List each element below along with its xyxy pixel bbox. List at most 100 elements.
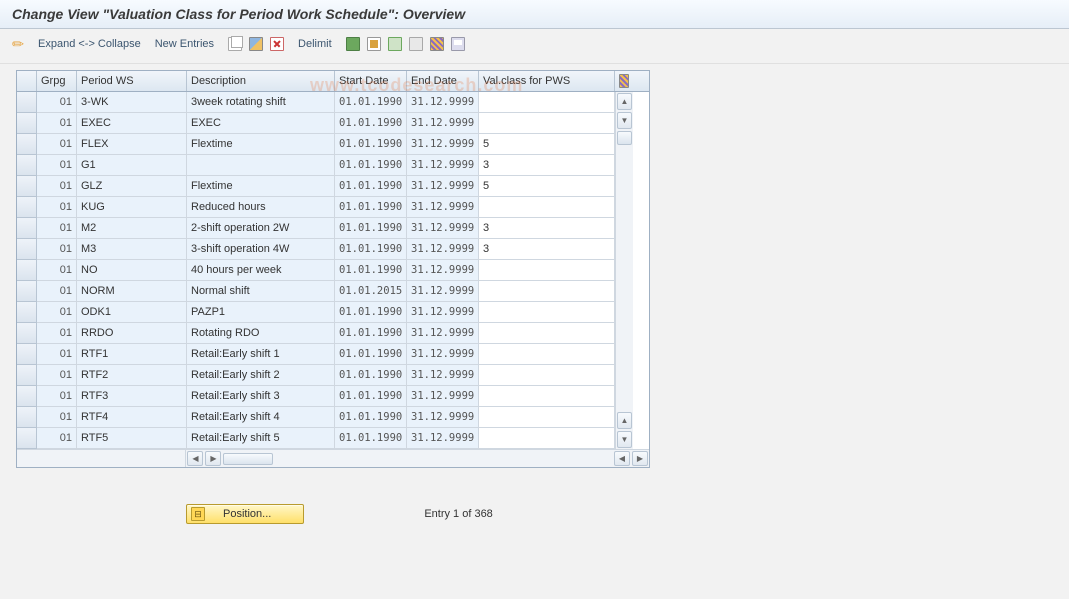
vertical-scrollbar[interactable]: ▲ ▼ ▲ ▼ bbox=[615, 92, 633, 449]
table-row: 01M22-shift operation 2W01.01.199031.12.… bbox=[17, 218, 615, 239]
horizontal-scrollbar[interactable]: ◀ ▶ bbox=[186, 450, 613, 467]
position-button[interactable]: ⊟ Position... bbox=[186, 504, 304, 524]
scroll-right-icon[interactable]: ◀ bbox=[614, 451, 630, 466]
scroll-left-icon[interactable]: ▶ bbox=[205, 451, 221, 466]
select-all-icon[interactable] bbox=[365, 35, 383, 53]
cell-val-class[interactable] bbox=[479, 386, 615, 407]
cell-val-class[interactable]: 3 bbox=[479, 155, 615, 176]
cell-end-date: 31.12.9999 bbox=[407, 428, 479, 449]
select-block-icon[interactable] bbox=[386, 35, 404, 53]
cell-start-date: 01.01.1990 bbox=[335, 218, 407, 239]
row-selector[interactable] bbox=[17, 197, 37, 218]
row-selector[interactable] bbox=[17, 323, 37, 344]
cell-val-class[interactable] bbox=[479, 92, 615, 113]
table-row: 01FLEXFlextime01.01.199031.12.99995 bbox=[17, 134, 615, 155]
row-selector[interactable] bbox=[17, 218, 37, 239]
row-selector[interactable] bbox=[17, 365, 37, 386]
cell-start-date: 01.01.1990 bbox=[335, 260, 407, 281]
row-selector[interactable] bbox=[17, 134, 37, 155]
cell-val-class[interactable] bbox=[479, 344, 615, 365]
cell-period-ws: M2 bbox=[77, 218, 187, 239]
cell-start-date: 01.01.1990 bbox=[335, 428, 407, 449]
table-row: 01GLZFlextime01.01.199031.12.99995 bbox=[17, 176, 615, 197]
cell-period-ws: NORM bbox=[77, 281, 187, 302]
cell-val-class[interactable]: 5 bbox=[479, 134, 615, 155]
delete-icon[interactable] bbox=[268, 35, 286, 53]
cell-description: PAZP1 bbox=[187, 302, 335, 323]
cell-start-date: 01.01.1990 bbox=[335, 323, 407, 344]
cell-period-ws: EXEC bbox=[77, 113, 187, 134]
configuration-icon[interactable] bbox=[428, 35, 446, 53]
vertical-scroll-thumb[interactable] bbox=[617, 131, 632, 145]
row-selector[interactable] bbox=[17, 176, 37, 197]
horizontal-scroll-thumb[interactable] bbox=[223, 453, 273, 465]
row-selector[interactable] bbox=[17, 407, 37, 428]
cell-val-class[interactable] bbox=[479, 302, 615, 323]
cell-end-date: 31.12.9999 bbox=[407, 92, 479, 113]
cell-end-date: 31.12.9999 bbox=[407, 386, 479, 407]
header-end-date[interactable]: End Date bbox=[407, 71, 479, 91]
header-period-ws[interactable]: Period WS bbox=[77, 71, 187, 91]
row-selector[interactable] bbox=[17, 239, 37, 260]
cell-grpg: 01 bbox=[37, 113, 77, 134]
scroll-up-icon[interactable]: ▲ bbox=[617, 93, 632, 110]
cell-val-class[interactable] bbox=[479, 407, 615, 428]
change-mode-icon[interactable]: ✎ bbox=[7, 33, 30, 56]
row-selector[interactable] bbox=[17, 260, 37, 281]
row-selector[interactable] bbox=[17, 92, 37, 113]
cell-description: Retail:Early shift 3 bbox=[187, 386, 335, 407]
cell-description: Flextime bbox=[187, 176, 335, 197]
scroll-first-icon[interactable]: ◀ bbox=[187, 451, 203, 466]
cell-val-class[interactable] bbox=[479, 260, 615, 281]
cell-val-class[interactable] bbox=[479, 365, 615, 386]
row-selector[interactable] bbox=[17, 344, 37, 365]
header-grpg[interactable]: Grpg bbox=[37, 71, 77, 91]
cell-end-date: 31.12.9999 bbox=[407, 197, 479, 218]
cell-val-class[interactable] bbox=[479, 323, 615, 344]
cell-start-date: 01.01.1990 bbox=[335, 239, 407, 260]
page-title: Change View "Valuation Class for Period … bbox=[12, 6, 1057, 22]
row-selector[interactable] bbox=[17, 386, 37, 407]
scroll-down-icon[interactable]: ▼ bbox=[617, 112, 632, 129]
cell-val-class[interactable] bbox=[479, 197, 615, 218]
header-val-class[interactable]: Val.class for PWS bbox=[479, 71, 615, 91]
cell-val-class[interactable]: 5 bbox=[479, 176, 615, 197]
cell-val-class[interactable] bbox=[479, 281, 615, 302]
undo-icon[interactable] bbox=[344, 35, 362, 53]
header-description[interactable]: Description bbox=[187, 71, 335, 91]
cell-end-date: 31.12.9999 bbox=[407, 344, 479, 365]
cell-period-ws: GLZ bbox=[77, 176, 187, 197]
cell-grpg: 01 bbox=[37, 176, 77, 197]
row-selector[interactable] bbox=[17, 428, 37, 449]
copy-as-icon[interactable] bbox=[226, 35, 244, 53]
page-down-icon[interactable]: ▼ bbox=[617, 431, 632, 448]
header-row-selector[interactable] bbox=[17, 71, 37, 91]
table-settings-icon[interactable] bbox=[615, 71, 633, 91]
new-entries-button[interactable]: New Entries bbox=[153, 36, 216, 52]
page-up-icon[interactable]: ▲ bbox=[617, 412, 632, 429]
cell-description: 40 hours per week bbox=[187, 260, 335, 281]
cell-description: Rotating RDO bbox=[187, 323, 335, 344]
cell-val-class[interactable]: 3 bbox=[479, 239, 615, 260]
cell-val-class[interactable]: 3 bbox=[479, 218, 615, 239]
row-selector[interactable] bbox=[17, 155, 37, 176]
cell-description: 3week rotating shift bbox=[187, 92, 335, 113]
row-selector[interactable] bbox=[17, 113, 37, 134]
position-icon: ⊟ bbox=[191, 507, 205, 521]
row-selector[interactable] bbox=[17, 281, 37, 302]
deselect-all-icon[interactable] bbox=[407, 35, 425, 53]
cell-grpg: 01 bbox=[37, 239, 77, 260]
delimit-button[interactable]: Delimit bbox=[296, 38, 334, 50]
cell-description: Flextime bbox=[187, 134, 335, 155]
select-icon[interactable] bbox=[247, 35, 265, 53]
header-start-date[interactable]: Start Date bbox=[335, 71, 407, 91]
print-icon[interactable] bbox=[449, 35, 467, 53]
row-selector[interactable] bbox=[17, 302, 37, 323]
cell-val-class[interactable] bbox=[479, 428, 615, 449]
cell-val-class[interactable] bbox=[479, 113, 615, 134]
cell-period-ws: RTF2 bbox=[77, 365, 187, 386]
cell-end-date: 31.12.9999 bbox=[407, 281, 479, 302]
scroll-last-icon[interactable]: ▶ bbox=[632, 451, 648, 466]
cell-period-ws: M3 bbox=[77, 239, 187, 260]
expand-collapse-button[interactable]: Expand <-> Collapse bbox=[36, 36, 143, 52]
